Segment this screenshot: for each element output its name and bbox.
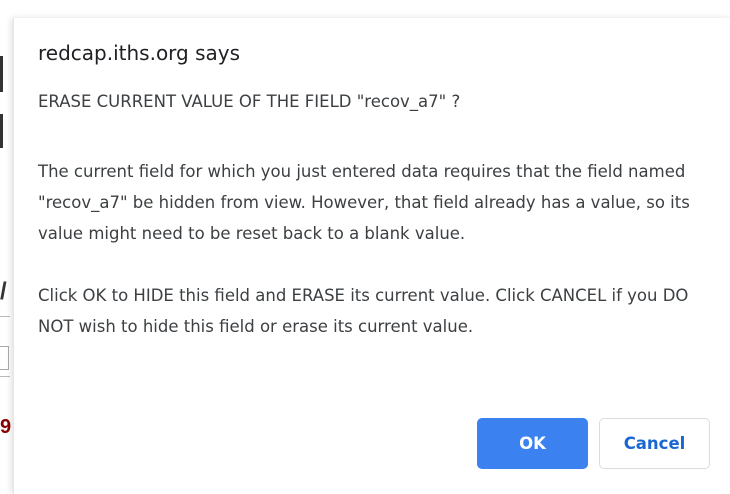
- dialog-paragraph-explanation: The current field for which you just ent…: [38, 162, 690, 243]
- dialog-paragraph-instructions: Click OK to HIDE this field and ERASE it…: [38, 286, 689, 336]
- background-divider: [0, 376, 10, 377]
- background-input: [0, 346, 9, 370]
- screen: / 9 redcap.iths.org says ERASE CURRENT V…: [0, 0, 730, 494]
- dialog-message: ERASE CURRENT VALUE OF THE FIELD "recov_…: [38, 92, 713, 373]
- background-divider: [0, 316, 10, 317]
- ok-button[interactable]: OK: [477, 418, 588, 469]
- dialog-origin: redcap.iths.org says: [38, 41, 241, 65]
- background-page: / 9: [0, 0, 13, 494]
- background-fragment: /: [0, 278, 7, 305]
- background-fragment: 9: [0, 416, 12, 438]
- cancel-button[interactable]: Cancel: [599, 418, 710, 469]
- dialog-heading: ERASE CURRENT VALUE OF THE FIELD "recov_…: [38, 92, 461, 111]
- background-bar: [0, 56, 3, 92]
- alert-dialog: redcap.iths.org says ERASE CURRENT VALUE…: [13, 18, 730, 494]
- background-bar: [0, 114, 3, 148]
